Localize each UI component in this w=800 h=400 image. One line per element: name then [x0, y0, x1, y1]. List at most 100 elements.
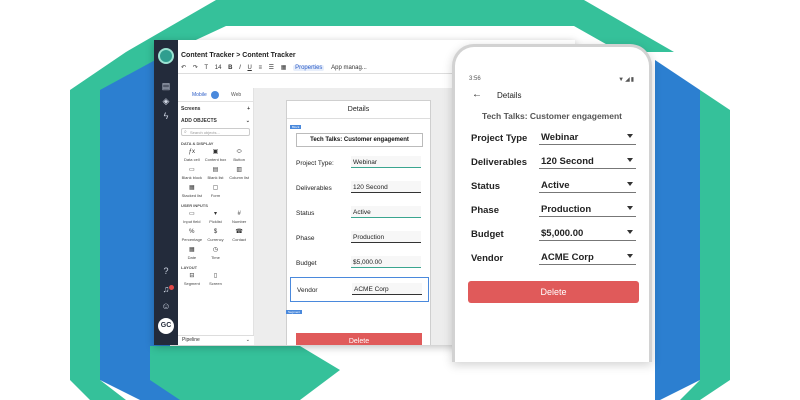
properties-button[interactable]: Properties: [293, 65, 325, 71]
vendor-select[interactable]: ACME Corp: [539, 251, 636, 265]
data-display-grid: ƒx Data cell ▣ Content box ⬭ Button ▭ Blank …: [178, 148, 253, 200]
app-manager-button[interactable]: App manag...: [331, 65, 367, 71]
preview-row-project-type[interactable]: Project Type: Webinar: [290, 151, 429, 176]
list-icon: ▤: [212, 167, 219, 173]
search-objects-input[interactable]: ⌕ Search objects...: [181, 128, 250, 136]
field-deliverables: Deliverables 120 Second: [469, 151, 641, 175]
preview-delete-button[interactable]: Delete: [296, 333, 422, 345]
page-title: Tech Talks: Customer engagement: [482, 111, 622, 121]
mobile-phone-frame: 3:56 ▼◢▮ ← Details Tech Talks: Customer …: [452, 44, 652, 362]
app-logo-icon[interactable]: [158, 48, 174, 64]
object-picklist[interactable]: ▾ Picklist: [204, 210, 228, 226]
object-blank-list[interactable]: ▤ Blank list: [204, 166, 228, 182]
screens-label[interactable]: Screens +: [178, 102, 253, 114]
field-budget: Budget $5,000.00: [469, 223, 641, 247]
add-screen-icon[interactable]: +: [247, 106, 250, 112]
field-vendor: Vendor ACME Corp: [469, 247, 641, 271]
search-icon: ⌕: [184, 129, 187, 135]
preview-row-deliverables[interactable]: Deliverables 120 Second: [290, 176, 429, 201]
add-objects-label[interactable]: ADD OBJECTS ⌄: [178, 114, 253, 126]
object-time[interactable]: ◷ Time: [204, 246, 228, 262]
object-number[interactable]: # Number: [227, 210, 251, 226]
object-segment[interactable]: ⊟ Segment: [180, 272, 204, 288]
block-tag: Block: [290, 125, 302, 129]
avatar[interactable]: GC: [158, 318, 174, 334]
grid-icon[interactable]: ▦: [281, 64, 287, 71]
object-column-list[interactable]: ▥ Column list: [227, 166, 251, 182]
caret-down-icon: [627, 206, 633, 210]
object-date[interactable]: ▦ Date: [180, 246, 204, 262]
object-data-cell[interactable]: ƒx Data cell: [180, 148, 204, 164]
object-form[interactable]: ▢ Form: [204, 184, 228, 200]
user-inputs-grid: ▭ Input field ▾ Picklist # Number % Percenta…: [178, 210, 253, 262]
chevron-down-icon: ⌄: [245, 337, 250, 343]
lightning-icon[interactable]: ϟ: [160, 110, 172, 122]
object-blank-block[interactable]: ▭ Blank block: [180, 166, 204, 182]
caret-down-icon: [627, 134, 633, 138]
back-arrow-icon[interactable]: ←: [472, 89, 482, 100]
field-phase: Phase Production: [469, 199, 641, 223]
undo-icon[interactable]: ↶: [181, 64, 186, 71]
block-icon: ▭: [188, 167, 195, 173]
pipeline-dropdown[interactable]: Pipeline ⌄: [178, 335, 254, 345]
list-icon[interactable]: ☰: [269, 64, 274, 71]
help-icon[interactable]: ?: [160, 265, 172, 277]
objects-panel: Mobile Web Screens + ADD OBJECTS ⌄ ⌕ Search…: [178, 88, 254, 345]
app-title: Details: [497, 91, 522, 100]
format-toolbar: ↶ ↷ T 14 B I U ≡ ☰ ▦ Properties App mana…: [181, 64, 372, 74]
segment-tag: Segment: [286, 310, 303, 314]
project-type-select[interactable]: Webinar: [539, 131, 636, 145]
align-icon[interactable]: ≡: [258, 65, 262, 71]
pill-icon: ⬭: [236, 149, 242, 155]
field-status: Status Active: [469, 175, 641, 199]
caret-down-icon: [627, 230, 633, 234]
italic-button[interactable]: I: [239, 65, 241, 71]
columns-icon: ▥: [236, 167, 242, 173]
deliverables-select[interactable]: 120 Second: [539, 155, 636, 169]
number-icon: #: [237, 211, 241, 217]
status-select[interactable]: Active: [539, 179, 636, 193]
screen-preview: Details Block Tech Talks: Customer engag…: [286, 100, 431, 345]
app-bar: ← Details: [455, 87, 649, 105]
field-project-type: Project Type Webinar: [469, 127, 641, 151]
object-contact[interactable]: ☎ Contact: [227, 228, 251, 244]
segment-icon: ⊟: [189, 273, 195, 279]
calendar-icon: ▦: [188, 247, 195, 253]
notification-dot: [169, 285, 174, 290]
preview-title[interactable]: Tech Talks: Customer engagement: [296, 133, 423, 147]
left-nav-rail: ▤ ◈ ϟ ? ♫ ☺ GC: [154, 40, 178, 345]
object-stacked-list[interactable]: ▦ Stacked list: [180, 184, 204, 200]
preview-row-budget[interactable]: Budget $5,000.00: [290, 251, 429, 276]
stacked-icon: ▦: [188, 185, 195, 191]
preview-row-status[interactable]: Status Active: [290, 201, 429, 226]
stage: ▤ ◈ ϟ ? ♫ ☺ GC Content Tracker > Content…: [0, 0, 800, 400]
object-content-box[interactable]: ▣ Content box: [204, 148, 228, 164]
object-currency[interactable]: $ Currency: [204, 228, 228, 244]
phone-icon: ▯: [213, 273, 218, 279]
phase-select[interactable]: Production: [539, 203, 636, 217]
size-dropdown[interactable]: 14: [215, 65, 222, 71]
preview-row-vendor[interactable]: Vendor ACME Corp: [290, 277, 429, 302]
caret-down-icon: [627, 254, 633, 258]
caret-down-icon: [627, 158, 633, 162]
underline-button[interactable]: U: [247, 65, 251, 71]
status-time: 3:56: [469, 76, 481, 82]
percent-icon: %: [189, 229, 195, 235]
object-percentage[interactable]: % Percentage: [180, 228, 204, 244]
font-dropdown[interactable]: T: [204, 65, 208, 71]
preview-row-phase[interactable]: Phase Production: [290, 226, 429, 251]
redo-icon[interactable]: ↷: [193, 64, 198, 71]
object-screen[interactable]: ▯ Screen: [204, 272, 228, 288]
chevron-down-icon: ⌄: [245, 118, 250, 124]
bold-button[interactable]: B: [228, 65, 232, 71]
platform-toggle[interactable]: [211, 91, 219, 99]
database-icon[interactable]: ▤: [160, 80, 172, 92]
users-icon[interactable]: ☺: [160, 300, 172, 312]
tab-web[interactable]: Web: [231, 92, 241, 98]
delete-button[interactable]: Delete: [468, 281, 639, 303]
tab-mobile[interactable]: Mobile: [192, 92, 207, 98]
layers-icon[interactable]: ◈: [160, 95, 172, 107]
object-input-field[interactable]: ▭ Input field: [180, 210, 204, 226]
object-button[interactable]: ⬭ Button: [227, 148, 251, 164]
budget-select[interactable]: $5,000.00: [539, 227, 636, 241]
